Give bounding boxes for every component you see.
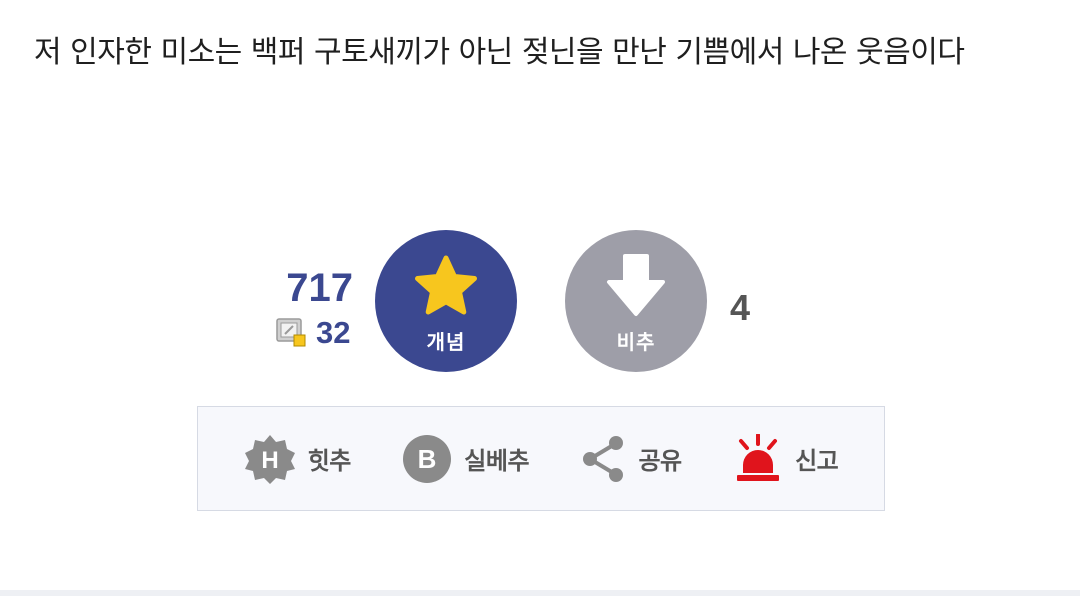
svg-text:H: H [261, 447, 278, 474]
fixed-upvote-icon [276, 318, 306, 347]
section-divider [0, 590, 1080, 596]
best-recommend-label: 실베추 [464, 447, 530, 475]
post-body-text: 저 인자한 미소는 백퍼 구토새끼가 아닌 젖닌을 만난 기쁨에서 나온 웃음이… [34, 35, 965, 70]
downvote-label: 비추 [616, 330, 656, 354]
hit-recommend-button[interactable]: H 힛추 [244, 429, 351, 489]
share-label: 공유 [638, 447, 682, 475]
best-b-icon: B [402, 434, 452, 484]
upvote-count: 717 [286, 266, 353, 310]
post-action-bar: H 힛추 B 실베추 공유 신고 [197, 406, 885, 511]
report-label: 신고 [795, 447, 839, 475]
hit-badge-icon: H [244, 433, 296, 485]
best-recommend-button[interactable]: B 실베추 [402, 429, 530, 489]
downvote-count: 4 [730, 287, 751, 328]
svg-text:B: B [418, 444, 437, 474]
hit-recommend-label: 힛추 [307, 447, 352, 475]
siren-icon [733, 433, 783, 484]
star-icon [415, 255, 477, 315]
vote-area: 717 32 개념 비추 4 [0, 230, 1080, 372]
share-button[interactable]: 공유 [580, 429, 682, 489]
upvote-label: 개념 [426, 330, 466, 354]
fixed-upvote-count: 32 [316, 315, 351, 350]
report-button[interactable]: 신고 [733, 429, 839, 489]
downvote-button[interactable]: 비추 [565, 230, 707, 372]
fixed-upvote-group: 32 [276, 316, 350, 350]
upvote-button[interactable]: 개념 [375, 230, 517, 372]
share-icon [580, 435, 626, 483]
arrow-down-icon [607, 254, 665, 316]
